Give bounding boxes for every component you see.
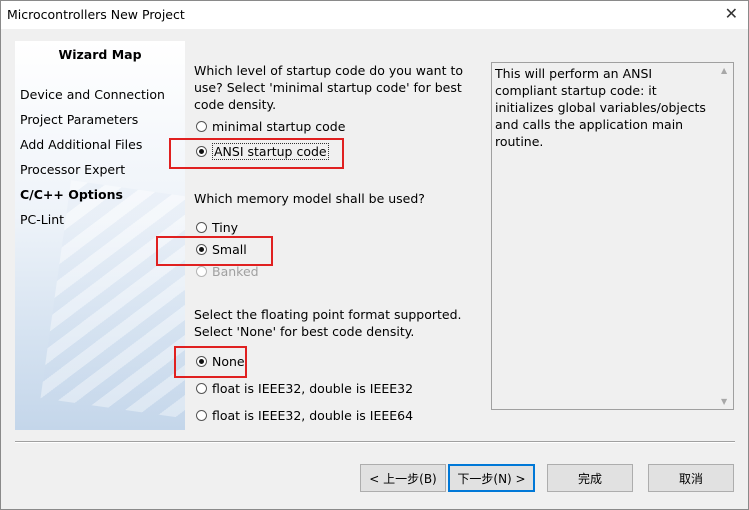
startup-question: Which level of startup code do you want … (194, 63, 464, 112)
highlight-box (174, 346, 247, 378)
radio-banked: Banked (196, 264, 259, 279)
sidebar-item-processor-expert[interactable]: Processor Expert (20, 162, 125, 177)
memory-question: Which memory model shall be used? (194, 191, 425, 206)
close-icon[interactable]: ✕ (725, 4, 738, 23)
highlight-box (169, 138, 344, 169)
wizard-map-title: Wizard Map (58, 47, 142, 62)
scroll-up-icon[interactable]: ▲ (721, 66, 727, 75)
radio-circle-icon[interactable] (196, 222, 207, 233)
back-button[interactable]: < 上一步(B) (360, 464, 446, 492)
radio-label: Banked (212, 264, 259, 279)
description-box: This will perform an ANSI compliant star… (491, 62, 734, 410)
float-question: Select the floating point format support… (194, 307, 462, 339)
sidebar-item-additional-files[interactable]: Add Additional Files (20, 137, 142, 152)
next-button[interactable]: 下一步(N) > (448, 464, 535, 492)
finish-button[interactable]: 完成 (547, 464, 633, 492)
highlight-box (156, 236, 273, 266)
sidebar-item-pc-lint[interactable]: PC-Lint (20, 212, 64, 227)
sidebar-item-device-connection[interactable]: Device and Connection (20, 87, 165, 102)
title-bar: Microcontrollers New Project ✕ (1, 1, 748, 29)
window-title: Microcontrollers New Project (7, 7, 185, 22)
description-scrollbar[interactable]: ▲ ▼ (717, 63, 733, 409)
radio-tiny[interactable]: Tiny (196, 220, 238, 235)
footer-separator (15, 441, 735, 443)
radio-label: Tiny (212, 220, 239, 235)
radio-minimal-startup[interactable]: minimal startup code (196, 119, 345, 134)
wizard-window: Microcontrollers New Project ✕ Wizard Ma… (0, 0, 749, 510)
sidebar-item-project-parameters[interactable]: Project Parameters (20, 112, 138, 127)
radio-label: float is IEEE32, double is IEEE64 (212, 408, 414, 423)
radio-circle-icon[interactable] (196, 121, 207, 132)
radio-label: minimal startup code (212, 119, 346, 134)
radio-circle-icon[interactable] (196, 410, 207, 421)
radio-float-ieee32-32[interactable]: float is IEEE32, double is IEEE32 (196, 381, 413, 396)
radio-circle-icon (196, 266, 207, 277)
radio-circle-icon[interactable] (196, 383, 207, 394)
radio-float-ieee32-64[interactable]: float is IEEE32, double is IEEE64 (196, 408, 413, 423)
radio-label: float is IEEE32, double is IEEE32 (212, 381, 414, 396)
description-text: This will perform an ANSI compliant star… (495, 66, 706, 149)
cancel-button[interactable]: 取消 (648, 464, 734, 492)
sidebar-item-cpp-options[interactable]: C/C++ Options (20, 187, 123, 202)
scroll-down-icon[interactable]: ▼ (721, 397, 727, 406)
